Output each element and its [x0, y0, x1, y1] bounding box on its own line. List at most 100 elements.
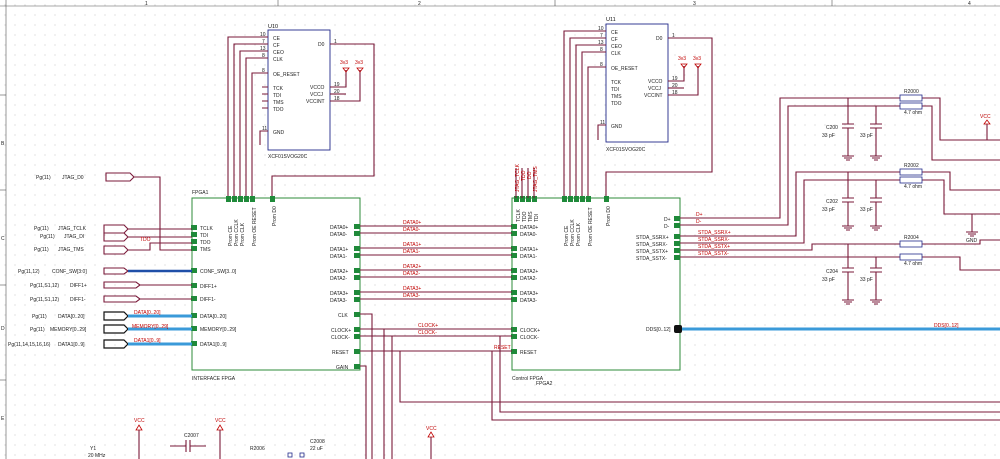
- port-net-confsw: CONF_SW[3:0]: [52, 269, 87, 275]
- fpga2-title: FPGA2: [536, 381, 553, 387]
- u10-pin-tck: TCK: [273, 86, 284, 92]
- port-net-memory: MEMORY[0..29]: [50, 327, 87, 333]
- fpga1-r-data2p: DATA2+: [330, 269, 348, 275]
- port-net-jtagd0: JTAG_D0: [62, 175, 84, 181]
- net-memory-bus-label: MEMORY[0..29]: [132, 324, 169, 330]
- u11-pin-cf: CF: [611, 37, 618, 43]
- fpga1-top-promoereset: Prom OE RESET: [252, 207, 258, 246]
- u11-pin-vccint: VCCINT: [644, 93, 663, 99]
- net-clockn: CLOCK-: [418, 330, 437, 336]
- c204-val: 33 pF: [822, 277, 835, 283]
- schematic-sheet: 1 2 3 4 B C D E U10 XCF01SVOG20C CE CF C…: [0, 0, 1000, 459]
- u11-pin-gnd: GND: [611, 124, 623, 130]
- u11-pin-vccj: VCCJ: [648, 86, 662, 92]
- frame-col-4: 4: [968, 1, 971, 7]
- net-data0p: DATA0+: [403, 220, 421, 226]
- net-data2n: DATA2-: [403, 271, 420, 277]
- fpga1-title: FPGA1: [192, 190, 209, 196]
- c204-ref: C204: [826, 269, 838, 275]
- frame-row-b: B: [1, 141, 5, 147]
- fpga1-r-data0p: DATA0+: [330, 225, 348, 231]
- port-ref-data: Pg(11): [32, 314, 47, 320]
- fpga2-l-data0p: DATA0+: [520, 225, 538, 231]
- u10-pin-ce: CE: [273, 36, 281, 42]
- u10-pin-oereset: OE_RESET: [273, 72, 300, 78]
- fpga2-block[interactable]: Control FPGA FPGA2 DATA0+ DATA0- DATA1+ …: [511, 196, 682, 387]
- frame-row-e: E: [1, 416, 5, 422]
- fpga1-block[interactable]: FPGA1 INTERFACE FPGA TCLK TDI TDO TMS CO…: [191, 190, 361, 382]
- port-ref-data1: Pg(11,14,15,16,16): [8, 342, 51, 348]
- frame-row-d: D: [1, 326, 5, 332]
- fpga1-r-data3n: DATA3-: [330, 298, 347, 304]
- c201-val: 33 pF: [860, 133, 873, 139]
- r2000-ref: R2000: [904, 89, 919, 95]
- port-ref-confsw: Pg(11,12): [18, 269, 40, 275]
- fpga1-pin-tdo: TDO: [200, 240, 211, 246]
- fpga1-r-reset: RESET: [332, 350, 349, 356]
- crystal-ref: Y1: [90, 446, 96, 452]
- port-net-tclk: JTAG_TCLK: [58, 226, 87, 232]
- vcc-bottom-1: VCC: [134, 418, 145, 424]
- schematic-canvas: 1 2 3 4 B C D E U10 XCF01SVOG20C CE CF C…: [0, 0, 1000, 459]
- u11-pin-tck: TCK: [611, 80, 622, 86]
- port-net-data: DATA[0..20]: [58, 314, 85, 320]
- u10-3v3-b: 3v3: [355, 60, 363, 66]
- fpga1-pin-tdi: TDI: [200, 233, 208, 239]
- r2002-ref: R2002: [904, 163, 919, 169]
- fpga1-top-promclk: Prom CLK: [240, 222, 246, 246]
- fpga2-r-ssrxp: STDA_SSRX+: [636, 235, 669, 241]
- frame-col-3: 3: [693, 1, 696, 7]
- fpga2-r-sstxp: STDA_SSTX+: [636, 249, 668, 255]
- port-ref-diffn: Pg(11,S1,12): [30, 297, 59, 303]
- fpga2-l-data1p: DATA1+: [520, 247, 538, 253]
- prom-chip-u11[interactable]: U11 XCF01SVOG20C CE CF CEO CLK OE_RESET …: [598, 17, 678, 153]
- u11-pin-ce: CE: [611, 30, 619, 36]
- net-data1-bus-label: DATA1[0..9]: [134, 338, 161, 344]
- fpga1-pin-data: DATA[0..20]: [200, 314, 227, 320]
- fpga1-r-data0n: DATA0-: [330, 232, 347, 238]
- u10-part: XCF01SVOG20C: [268, 154, 308, 160]
- net-jtag-tms-v: JTAG_TMS: [533, 166, 539, 192]
- fpga1-r-data1n: DATA1-: [330, 254, 347, 260]
- r2001-val: 4.7 ohm: [904, 110, 922, 116]
- gnd-right: GND: [966, 238, 978, 244]
- fpga1-pin-memory: MEMORY[0..29]: [200, 327, 237, 333]
- net-reset: RESET: [494, 345, 511, 351]
- u11-pin-clk: CLK: [611, 51, 621, 57]
- cap-c2007: C2007: [184, 433, 199, 439]
- c203-val: 33 pF: [860, 207, 873, 213]
- net-data0n: DATA0-: [403, 227, 420, 233]
- u10-ref: U10: [268, 24, 278, 30]
- fpga1-r-clk: CLK: [338, 313, 348, 319]
- net-data3n: DATA3-: [403, 293, 420, 299]
- net-clockp: CLOCK+: [418, 323, 438, 329]
- fpga2-l-data0n: DATA0-: [520, 232, 537, 238]
- u10-pin-gnd: GND: [273, 130, 285, 136]
- cap-c2008-val: 22 uF: [310, 446, 323, 452]
- u10-pin-clk: CLK: [273, 57, 283, 63]
- r2004-ref: R2004: [904, 235, 919, 241]
- fpga1-r-clockn: CLOCK-: [331, 335, 350, 341]
- fpga2-l-data1n: DATA1-: [520, 254, 537, 260]
- prom-chip-u10[interactable]: U10 XCF01SVOG20C CE CF CEO CLK OE_RESET …: [260, 24, 340, 160]
- net-tdo-label: TDO: [140, 237, 151, 243]
- u11-pin-oereset: OE_RESET: [611, 66, 638, 72]
- frame-row-c: C: [1, 236, 5, 242]
- net-data3p: DATA3+: [403, 286, 421, 292]
- fpga2-l-clockn: CLOCK-: [520, 335, 539, 341]
- u11-3v3-a: 3v3: [678, 56, 686, 62]
- frame-col-2: 2: [418, 1, 421, 7]
- u11-pin-tdi: TDI: [611, 87, 619, 93]
- u10-pin-vccint: VCCINT: [306, 99, 325, 105]
- r2003-val: 4.7 ohm: [904, 184, 922, 190]
- u10-pin-tms: TMS: [273, 100, 284, 106]
- u10-pin-cf: CF: [273, 43, 280, 49]
- u10-pin-vcco: VCCO: [310, 85, 325, 91]
- fpga1-pin-diff1p: DIFF1+: [200, 284, 217, 290]
- u11-pin-ceo: CEO: [611, 44, 622, 50]
- fpga1-r-gain: GAIN: [336, 365, 349, 371]
- fpga1-pin-diff1n: DIFF1-: [200, 297, 216, 303]
- vcc-bottom-2: VCC: [215, 418, 226, 424]
- net-data1n: DATA1-: [403, 249, 420, 255]
- port-ref-tms: Pg(11): [34, 247, 49, 253]
